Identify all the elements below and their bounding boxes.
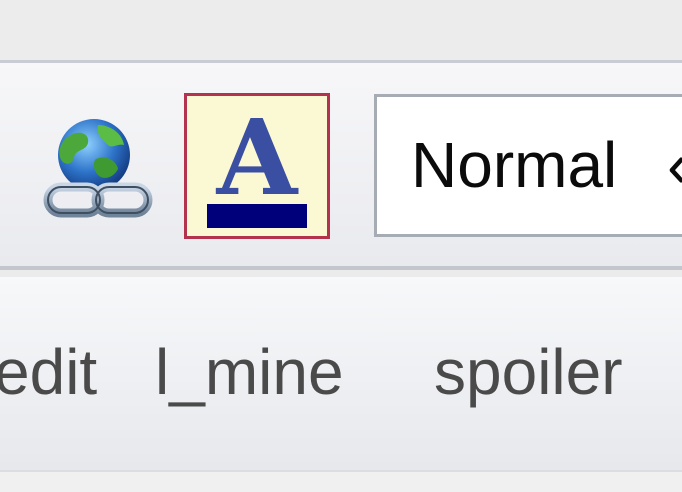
top-strip xyxy=(0,0,682,60)
font-color-glyph: A xyxy=(216,96,299,219)
insert-link-button[interactable] xyxy=(38,115,156,227)
format-select[interactable]: Normal ‹ xyxy=(374,94,682,237)
globe-link-icon xyxy=(43,119,153,218)
font-color-button[interactable]: A xyxy=(184,93,330,239)
dropdown-arrow-icon: ‹ xyxy=(667,133,682,197)
tag-l-mine[interactable]: l_mine xyxy=(155,340,344,404)
font-color-swatch xyxy=(207,204,307,228)
tag-edit[interactable]: edit xyxy=(0,340,97,404)
font-color-icon: A xyxy=(207,96,307,228)
bottom-strip xyxy=(0,470,682,492)
tag-spoiler[interactable]: spoiler xyxy=(434,340,623,404)
format-select-value: Normal xyxy=(411,129,618,201)
